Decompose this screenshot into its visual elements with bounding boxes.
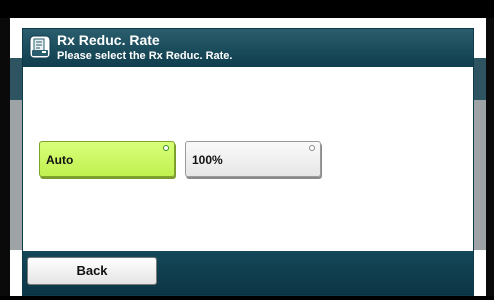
device-bezel-right (486, 18, 494, 300)
option-auto-label: Auto (46, 153, 74, 167)
dialog-screen: Rx Reduc. Rate Please select the Rx Redu… (22, 28, 474, 296)
background-panel-left-header (10, 58, 22, 100)
dialog-subtitle: Please select the Rx Reduc. Rate. (57, 50, 233, 62)
background-panel-right-header (474, 58, 486, 100)
device-bezel-bottom (0, 296, 494, 300)
option-100-percent-label: 100% (192, 153, 223, 167)
option-100-percent-button[interactable]: 100% (185, 141, 321, 177)
device-bezel-top (0, 0, 494, 18)
unselected-indicator-icon (309, 145, 315, 151)
selected-indicator-icon (163, 145, 169, 151)
dialog-header: Rx Reduc. Rate Please select the Rx Redu… (23, 29, 473, 67)
background-panel-left (10, 100, 22, 250)
device-bezel-left (0, 18, 10, 300)
dialog-title: Rx Reduc. Rate (57, 32, 160, 48)
option-auto-button[interactable]: Auto (39, 141, 175, 177)
fax-document-icon (29, 35, 51, 59)
dialog-footer: Back (23, 251, 473, 295)
back-button[interactable]: Back (27, 257, 157, 285)
background-panel-right (474, 100, 486, 250)
